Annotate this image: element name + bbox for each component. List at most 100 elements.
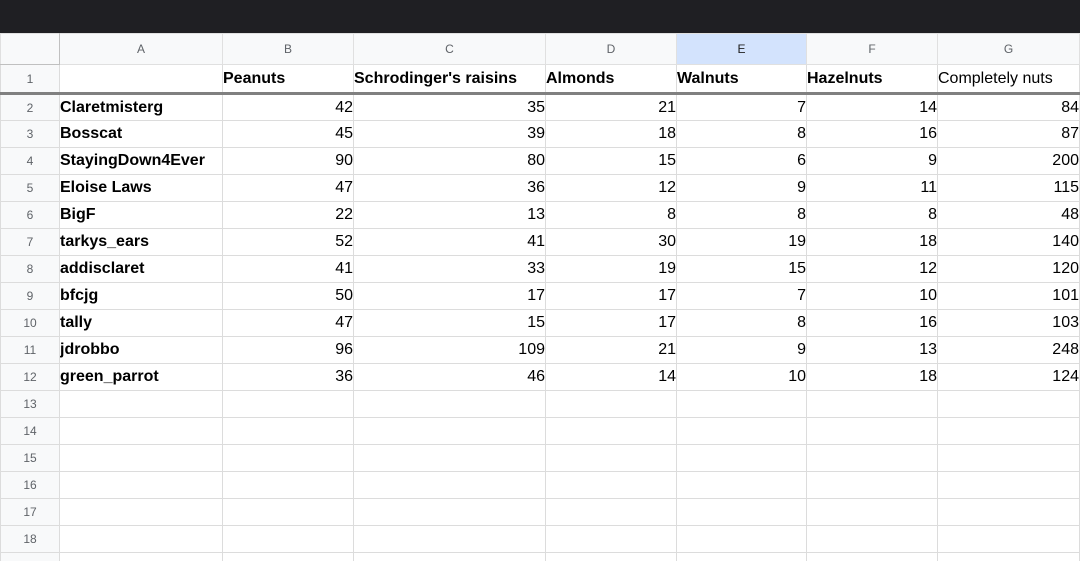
row-number[interactable]: 1 <box>0 64 60 95</box>
cell[interactable]: 21 <box>545 93 677 121</box>
cell[interactable]: 52 <box>222 228 354 256</box>
cell[interactable]: Bosscat <box>59 120 223 148</box>
cell[interactable] <box>59 444 223 472</box>
cell[interactable]: 16 <box>806 120 938 148</box>
row-number[interactable]: 3 <box>0 120 60 148</box>
cell[interactable] <box>676 417 807 445</box>
cell[interactable] <box>545 525 677 553</box>
cell[interactable]: 8 <box>545 201 677 229</box>
cell[interactable] <box>59 471 223 499</box>
cell[interactable]: 42 <box>222 93 354 121</box>
cell[interactable]: 18 <box>806 363 938 391</box>
cell[interactable]: 33 <box>353 255 546 283</box>
cell[interactable]: jdrobbo <box>59 336 223 364</box>
cell[interactable]: 45 <box>222 120 354 148</box>
cell[interactable]: Claretmisterg <box>59 93 223 121</box>
cell[interactable] <box>545 390 677 418</box>
cell[interactable] <box>59 390 223 418</box>
cell[interactable]: Eloise Laws <box>59 174 223 202</box>
cell[interactable] <box>59 525 223 553</box>
cell[interactable] <box>545 417 677 445</box>
cell[interactable] <box>353 525 546 553</box>
cell[interactable]: 124 <box>937 363 1080 391</box>
cell[interactable]: 84 <box>937 93 1080 121</box>
cell[interactable]: 10 <box>806 282 938 310</box>
cell[interactable] <box>545 552 677 561</box>
cell[interactable] <box>937 498 1080 526</box>
row-number[interactable]: 12 <box>0 363 60 391</box>
cell[interactable]: 48 <box>937 201 1080 229</box>
cell[interactable]: 9 <box>676 174 807 202</box>
cell[interactable]: StayingDown4Ever <box>59 147 223 175</box>
column-header-c[interactable]: C <box>353 33 546 65</box>
cell[interactable] <box>806 552 938 561</box>
cell[interactable]: 8 <box>676 120 807 148</box>
row-number[interactable]: 14 <box>0 417 60 445</box>
cell[interactable]: 14 <box>806 93 938 121</box>
cell[interactable] <box>545 471 677 499</box>
cell[interactable] <box>937 390 1080 418</box>
cell[interactable] <box>937 471 1080 499</box>
cell[interactable]: 36 <box>353 174 546 202</box>
cell[interactable]: BigF <box>59 201 223 229</box>
row-number[interactable]: 17 <box>0 498 60 526</box>
cell[interactable]: 13 <box>806 336 938 364</box>
cell[interactable] <box>676 498 807 526</box>
cell[interactable] <box>353 471 546 499</box>
cell[interactable] <box>676 444 807 472</box>
row-number[interactable]: 4 <box>0 147 60 175</box>
cell[interactable] <box>806 390 938 418</box>
row-number[interactable]: 2 <box>0 93 60 121</box>
cell[interactable]: 15 <box>676 255 807 283</box>
cell[interactable] <box>937 417 1080 445</box>
cell[interactable]: 36 <box>222 363 354 391</box>
cell[interactable]: 35 <box>353 93 546 121</box>
row-number[interactable]: 11 <box>0 336 60 364</box>
cell[interactable] <box>222 471 354 499</box>
row-number[interactable]: 15 <box>0 444 60 472</box>
cell[interactable] <box>676 525 807 553</box>
cell[interactable]: 8 <box>806 201 938 229</box>
cell[interactable] <box>353 444 546 472</box>
cell[interactable]: 18 <box>806 228 938 256</box>
cell[interactable]: 7 <box>676 93 807 121</box>
cell[interactable]: 7 <box>676 282 807 310</box>
cell[interactable]: 47 <box>222 309 354 337</box>
cell[interactable]: 87 <box>937 120 1080 148</box>
cell[interactable]: addisclaret <box>59 255 223 283</box>
cell[interactable]: 101 <box>937 282 1080 310</box>
cell[interactable]: 47 <box>222 174 354 202</box>
cell[interactable]: tarkys_ears <box>59 228 223 256</box>
cell[interactable] <box>806 498 938 526</box>
cell[interactable] <box>222 498 354 526</box>
cell[interactable]: Schrodinger's raisins <box>353 64 546 95</box>
cell[interactable]: 14 <box>545 363 677 391</box>
column-header-a[interactable]: A <box>59 33 223 65</box>
cell[interactable] <box>545 498 677 526</box>
cell[interactable]: 15 <box>353 309 546 337</box>
cell[interactable] <box>937 525 1080 553</box>
cell[interactable] <box>806 471 938 499</box>
cell[interactable] <box>222 390 354 418</box>
cell[interactable]: 41 <box>222 255 354 283</box>
cell[interactable] <box>222 525 354 553</box>
cell[interactable]: 50 <box>222 282 354 310</box>
cell[interactable] <box>676 471 807 499</box>
cell[interactable]: 9 <box>806 147 938 175</box>
cell[interactable]: 90 <box>222 147 354 175</box>
row-number[interactable]: 16 <box>0 471 60 499</box>
cell[interactable]: 80 <box>353 147 546 175</box>
cell[interactable]: 30 <box>545 228 677 256</box>
cell[interactable]: 18 <box>545 120 677 148</box>
cell[interactable]: 6 <box>676 147 807 175</box>
cell[interactable]: 115 <box>937 174 1080 202</box>
row-number[interactable]: 7 <box>0 228 60 256</box>
cell[interactable]: 41 <box>353 228 546 256</box>
cell[interactable] <box>676 552 807 561</box>
cell[interactable] <box>676 390 807 418</box>
cell[interactable] <box>222 444 354 472</box>
cell[interactable] <box>353 390 546 418</box>
cell[interactable]: 39 <box>353 120 546 148</box>
column-header-g[interactable]: G <box>937 33 1080 65</box>
cell[interactable]: green_parrot <box>59 363 223 391</box>
